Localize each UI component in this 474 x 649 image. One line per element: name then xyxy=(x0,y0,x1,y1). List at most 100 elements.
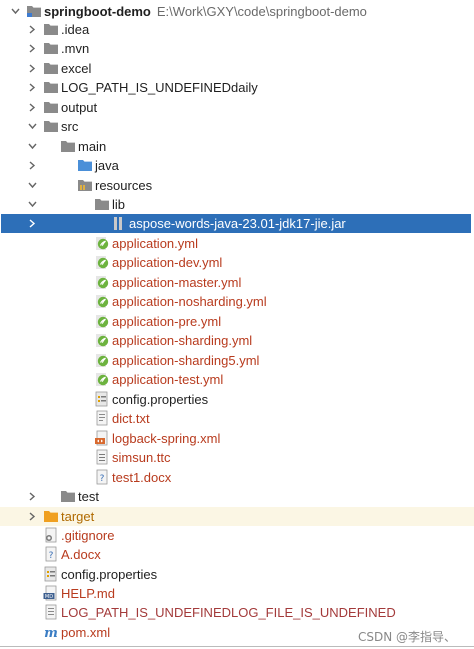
chevron-right-icon[interactable] xyxy=(28,487,38,506)
tree-row[interactable]: LOG_PATH_IS_UNDEFINEDdaily xyxy=(0,78,474,97)
gitignore-icon xyxy=(43,527,59,543)
tree-row[interactable]: LOG_PATH_IS_UNDEFINEDLOG_FILE_IS_UNDEFIN… xyxy=(0,603,474,622)
tree-row[interactable]: .idea xyxy=(0,20,474,39)
tree-item-label: config.properties xyxy=(61,565,157,584)
unknown-file-icon: ? xyxy=(43,546,59,562)
source-folder-icon xyxy=(77,157,93,173)
tree-item-label: .idea xyxy=(61,20,89,39)
tree-item-label: pom.xml xyxy=(61,623,110,642)
tree-row[interactable]: application-sharding.yml xyxy=(0,331,474,350)
item-name: config.properties xyxy=(112,392,209,407)
item-name: application-test.yml xyxy=(112,372,224,387)
tree-row[interactable]: resources xyxy=(0,176,474,195)
chevron-right-icon[interactable] xyxy=(28,98,38,117)
tree-item-label: LOG_PATH_IS_UNDEFINEDLOG_FILE_IS_UNDEFIN… xyxy=(61,603,396,622)
chevron-down-icon[interactable] xyxy=(28,137,38,156)
chevron-right-icon[interactable] xyxy=(28,59,38,78)
folder-icon xyxy=(60,488,76,504)
item-name: output xyxy=(61,100,98,115)
tree-row[interactable]: java xyxy=(0,156,474,175)
tree-row[interactable]: config.properties xyxy=(0,565,474,584)
tree-row[interactable]: src xyxy=(0,117,474,136)
tree-item-label: test xyxy=(78,487,99,506)
item-name: .mvn xyxy=(61,41,90,56)
tree-row[interactable]: excel xyxy=(0,59,474,78)
tree-item-label: application-dev.yml xyxy=(112,253,222,272)
folder-icon xyxy=(43,21,59,37)
item-name: LOG_PATH_IS_UNDEFINEDdaily xyxy=(61,80,258,95)
tree-row[interactable]: application-sharding5.yml xyxy=(0,351,474,370)
chevron-right-icon[interactable] xyxy=(28,507,38,526)
jar-icon xyxy=(111,215,127,231)
spring-yaml-icon xyxy=(94,235,110,251)
chevron-right-icon[interactable] xyxy=(28,39,38,58)
font-file-icon xyxy=(94,449,110,465)
module-folder-icon xyxy=(26,3,42,19)
tree-row[interactable]: application-test.yml xyxy=(0,370,474,389)
spring-yaml-icon xyxy=(94,352,110,368)
tree-item-label: output xyxy=(61,98,97,117)
tree-row[interactable]: application-dev.yml xyxy=(0,253,474,272)
tree-row[interactable]: ? A.docx xyxy=(0,545,474,564)
tree-row[interactable]: springboot-demo E:\Work\GXY\code\springbo… xyxy=(0,2,474,21)
item-name: excel xyxy=(61,61,92,76)
tree-item-label: dict.txt xyxy=(112,409,150,428)
chevron-right-icon[interactable] xyxy=(28,214,38,233)
item-name: application-pre.yml xyxy=(112,314,222,329)
chevron-down-icon[interactable] xyxy=(28,176,38,195)
tree-item-label: springboot-demo E:\Work\GXY\code\springbo… xyxy=(44,2,367,21)
tree-item-label: application.yml xyxy=(112,234,198,253)
tree-row[interactable]: test xyxy=(0,487,474,506)
watermark: CSDN @李指导、 xyxy=(357,630,456,644)
tree-row[interactable]: lib xyxy=(0,195,474,214)
bottom-border xyxy=(0,646,474,647)
item-name: LOG_PATH_IS_UNDEFINEDLOG_FILE_IS_UNDEFIN… xyxy=(61,605,396,620)
tree-row[interactable]: application-master.yml xyxy=(0,273,474,292)
item-name: aspose-words-java-23.01-jdk17-jie.jar xyxy=(129,216,346,231)
tree-row[interactable]: .mvn xyxy=(0,39,474,58)
tree-row[interactable]: MD HELP.md xyxy=(0,584,474,603)
project-tree: springboot-demo E:\Work\GXY\code\springbo… xyxy=(0,0,474,649)
item-name: A.docx xyxy=(61,547,101,562)
item-name: HELP.md xyxy=(61,586,115,601)
chevron-down-icon[interactable] xyxy=(28,195,38,214)
tree-item-label: HELP.md xyxy=(61,584,115,603)
xml-icon xyxy=(94,430,110,446)
tree-row[interactable]: .gitignore xyxy=(0,526,474,545)
tree-row[interactable]: dict.txt xyxy=(0,409,474,428)
folder-icon xyxy=(43,60,59,76)
tree-row[interactable]: logback-spring.xml xyxy=(0,429,474,448)
tree-row[interactable]: ? test1.docx xyxy=(0,468,474,487)
text-file-icon xyxy=(94,410,110,426)
project-path: E:\Work\GXY\code\springboot-demo xyxy=(156,4,367,19)
tree-item-label: application-sharding5.yml xyxy=(112,351,259,370)
tree-item-label: lib xyxy=(112,195,125,214)
tree-item-label: main xyxy=(78,137,106,156)
chevron-right-icon[interactable] xyxy=(28,156,38,175)
tree-row[interactable]: output xyxy=(0,98,474,117)
folder-icon xyxy=(60,138,76,154)
tree-row[interactable]: application-pre.yml xyxy=(0,312,474,331)
svg-text:m: m xyxy=(44,626,58,640)
tree-row[interactable]: config.properties xyxy=(0,390,474,409)
chevron-down-icon[interactable] xyxy=(28,117,38,136)
chevron-right-icon[interactable] xyxy=(28,20,38,39)
tree-row[interactable]: simsun.ttc xyxy=(0,448,474,467)
tree-row[interactable]: main xyxy=(0,137,474,156)
spring-yaml-icon xyxy=(94,274,110,290)
chevron-right-icon[interactable] xyxy=(28,78,38,97)
tree-item-label: java xyxy=(95,156,119,175)
tree-row[interactable]: application-nosharding.yml xyxy=(0,292,474,311)
item-name: simsun.ttc xyxy=(112,450,171,465)
spring-yaml-icon xyxy=(94,293,110,309)
folder-icon xyxy=(43,40,59,56)
tree-item-label: src xyxy=(61,117,78,136)
svg-text:MD: MD xyxy=(45,594,53,600)
tree-row[interactable]: target xyxy=(0,507,474,526)
tree-item-label: .mvn xyxy=(61,39,89,58)
chevron-down-icon[interactable] xyxy=(11,2,21,21)
maven-icon: m xyxy=(43,624,59,641)
tree-row[interactable]: aspose-words-java-23.01-jdk17-jie.jar xyxy=(1,214,471,233)
log-file-icon xyxy=(43,604,59,620)
tree-row[interactable]: application.yml xyxy=(0,234,474,253)
